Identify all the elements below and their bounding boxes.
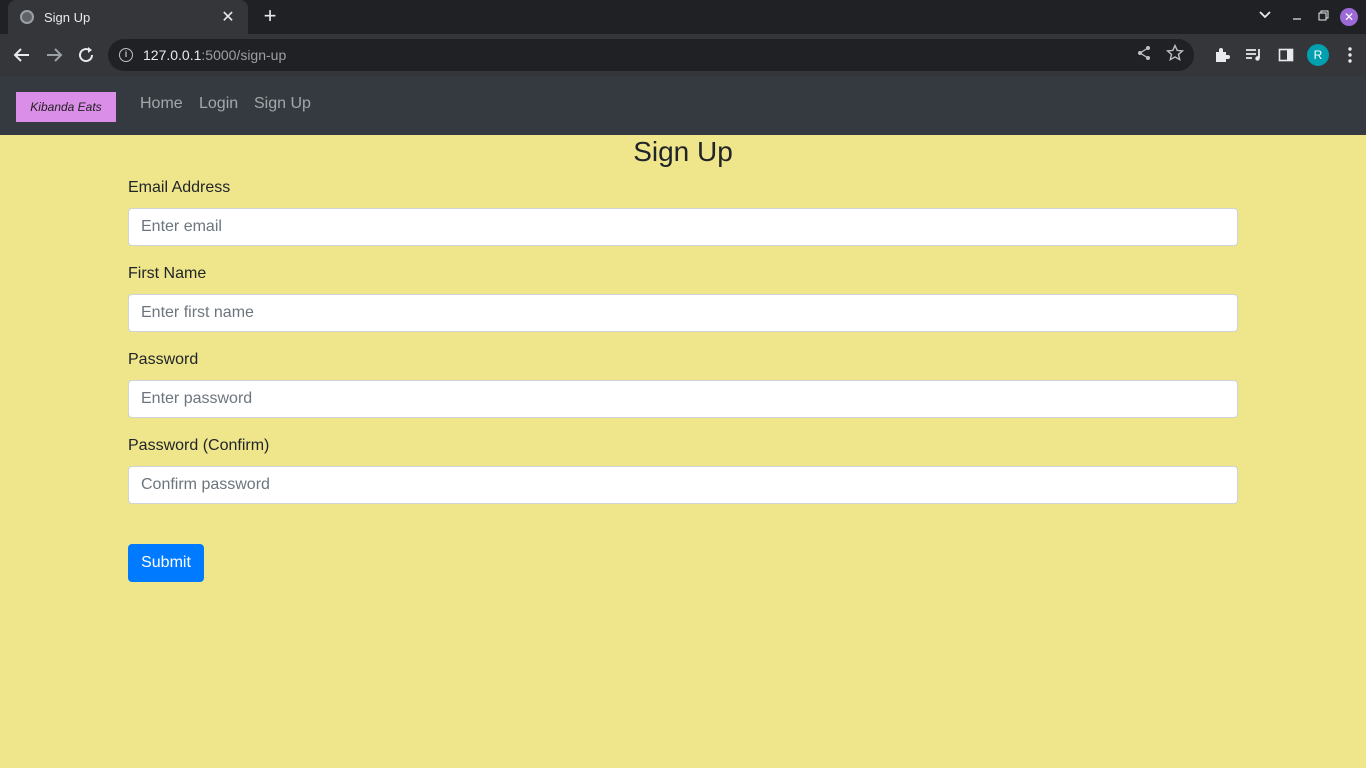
profile-avatar[interactable]: R bbox=[1307, 44, 1329, 66]
url-host: 127.0.0.1 bbox=[143, 47, 202, 63]
nav-link-login[interactable]: Login bbox=[199, 95, 238, 113]
side-panel-icon[interactable] bbox=[1270, 47, 1302, 63]
brand-text: Kibanda Eats bbox=[30, 100, 102, 114]
forward-arrow-icon[interactable] bbox=[42, 43, 66, 67]
brand-logo[interactable]: Kibanda Eats bbox=[16, 92, 116, 122]
browser-tabstrip: Sign Up ✕ + ✕ bbox=[0, 0, 1366, 34]
email-field[interactable] bbox=[128, 208, 1238, 246]
browser-toolbar: i 127.0.0.1:5000/sign-up R bbox=[0, 34, 1366, 76]
password-field[interactable] bbox=[128, 380, 1238, 418]
minimize-icon[interactable] bbox=[1290, 0, 1304, 34]
new-tab-plus-icon[interactable]: + bbox=[258, 5, 282, 29]
tab-title: Sign Up bbox=[44, 9, 91, 25]
reload-icon[interactable] bbox=[74, 43, 98, 67]
first-name-label: First Name bbox=[128, 265, 207, 282]
browser-tab[interactable]: Sign Up ✕ bbox=[8, 0, 248, 34]
page-content: Kibanda Eats Home Login Sign Up Sign Up … bbox=[0, 76, 1366, 768]
info-icon[interactable]: i bbox=[119, 48, 133, 62]
first-name-field[interactable] bbox=[128, 294, 1238, 332]
star-icon[interactable] bbox=[1165, 43, 1185, 67]
back-arrow-icon[interactable] bbox=[10, 43, 34, 67]
url-path: :5000/sign-up bbox=[201, 47, 287, 63]
share-icon[interactable] bbox=[1136, 45, 1152, 66]
url-text[interactable]: 127.0.0.1:5000/sign-up bbox=[143, 47, 286, 63]
site-navbar: Kibanda Eats Home Login Sign Up bbox=[0, 76, 1366, 135]
restore-icon[interactable] bbox=[1316, 0, 1330, 34]
nav-link-home[interactable]: Home bbox=[140, 95, 183, 113]
media-queue-icon[interactable] bbox=[1238, 47, 1270, 63]
nav-link-sign-up[interactable]: Sign Up bbox=[254, 95, 311, 113]
tab-search-chevron-down-icon[interactable] bbox=[1256, 0, 1274, 34]
tab-close-icon[interactable]: ✕ bbox=[220, 7, 236, 27]
kebab-menu-icon[interactable] bbox=[1334, 47, 1366, 63]
page-title: Sign Up bbox=[633, 136, 733, 167]
address-bar[interactable]: i 127.0.0.1:5000/sign-up bbox=[108, 39, 1194, 71]
globe-icon bbox=[20, 10, 34, 24]
email-label: Email Address bbox=[128, 179, 231, 196]
window-close-icon[interactable]: ✕ bbox=[1340, 0, 1358, 34]
password-confirm-label: Password (Confirm) bbox=[128, 437, 270, 454]
puzzle-icon[interactable] bbox=[1206, 47, 1238, 63]
toolbar-actions: R bbox=[1206, 43, 1366, 67]
password-confirm-field[interactable] bbox=[128, 466, 1238, 504]
submit-button[interactable]: Submit bbox=[128, 544, 204, 582]
password-label: Password bbox=[128, 351, 199, 368]
